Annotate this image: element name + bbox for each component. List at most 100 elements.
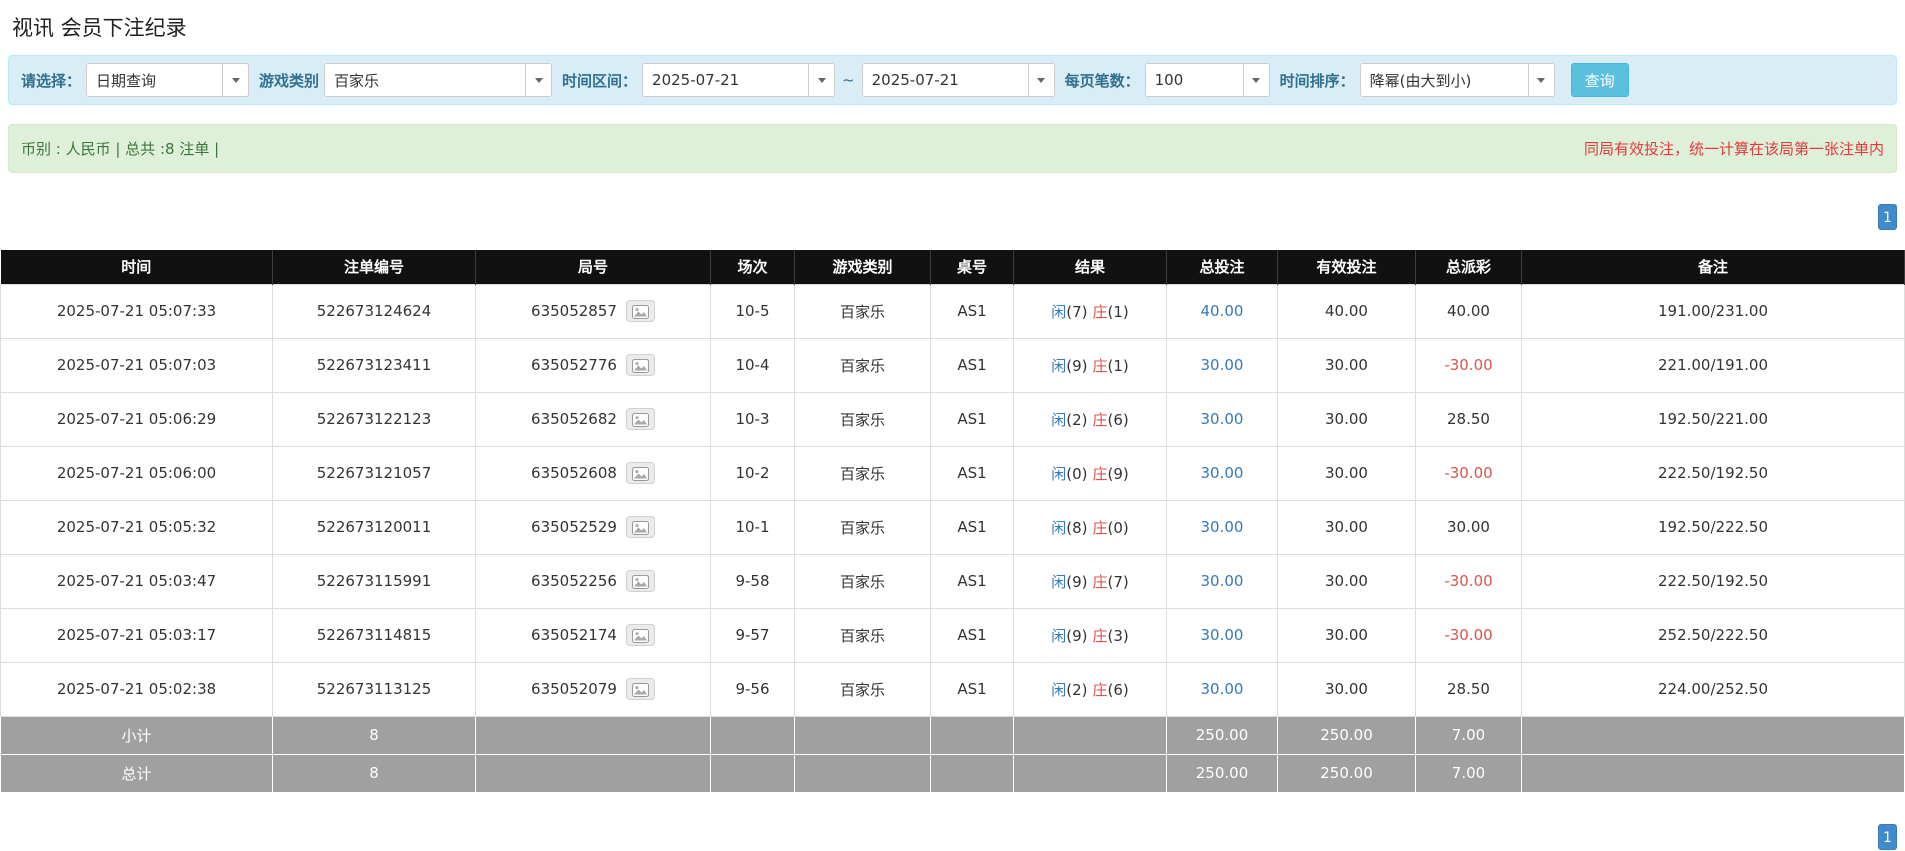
date-to-dropdown[interactable]: 2025-07-21 [861,63,1055,97]
remark-cell: 224.00/252.50 [1521,661,1905,717]
col-header-valid-bet: 有效投注 [1277,250,1416,284]
total-bet-link[interactable]: 30.00 [1201,572,1244,590]
remark-cell: 192.50/221.00 [1521,391,1905,447]
table-no-cell: AS1 [930,337,1014,393]
time-cell: 2025-07-21 05:02:38 [0,661,273,717]
round-id: 635052857 [531,302,617,320]
subtotal-total-bet: 250.00 [1166,715,1278,755]
cards-icon [631,575,649,589]
cards-icon [631,467,649,481]
time-cell: 2025-07-21 05:03:17 [0,607,273,663]
round-result-button[interactable] [625,462,655,484]
page-button-1[interactable]: 1 [1878,204,1897,230]
valid-bet-cell: 30.00 [1277,661,1416,717]
banker-result-score: (6) [1107,410,1129,429]
table-row: 2025-07-21 05:02:38 522673113125 6350520… [0,661,1905,717]
table-no-cell: AS1 [930,499,1014,555]
player-result-label: 闲 [1051,572,1067,591]
footer-empty-cell [710,753,795,793]
cards-icon [631,305,649,319]
session-cell: 10-5 [710,283,795,339]
round-result-button[interactable] [625,624,655,646]
col-header-time: 时间 [0,250,273,284]
banker-result-label: 庄 [1092,356,1108,375]
total-bet-link[interactable]: 30.00 [1201,626,1244,644]
player-result-score: (2) [1066,680,1088,699]
total-bet-cell: 30.00 [1166,607,1278,663]
session-cell: 9-56 [710,661,795,717]
subtotal-count: 8 [272,715,476,755]
valid-bet-cell: 30.00 [1277,607,1416,663]
subtotal-valid-bet: 250.00 [1277,715,1416,755]
total-bet-link[interactable]: 30.00 [1201,356,1244,374]
result-cell: 闲(9) 庄(7) [1013,553,1167,609]
game-type-cell: 百家乐 [794,445,931,501]
payout-cell: 30.00 [1415,499,1522,555]
payout-cell: -30.00 [1415,607,1522,663]
footer-empty-cell [1013,753,1167,793]
payout-value: -30.00 [1444,572,1493,590]
round-id: 635052529 [531,518,617,536]
total-row: 总计 8 250.00 250.00 7.00 [0,753,1905,793]
payout-value: 30.00 [1447,518,1490,536]
round-result-button[interactable] [625,516,655,538]
subtotal-row: 小计 8 250.00 250.00 7.00 [0,715,1905,755]
round-cell: 635052857 [475,283,711,339]
round-result-button[interactable] [625,354,655,376]
subtotal-payout: 7.00 [1415,715,1522,755]
total-bet-cell: 30.00 [1166,445,1278,501]
total-bet-link[interactable]: 30.00 [1201,464,1244,482]
time-sort-dropdown[interactable]: 降幂(由大到小) [1359,63,1555,97]
result-cell: 闲(9) 庄(3) [1013,607,1167,663]
game-type-label: 游戏类别 [259,71,320,90]
payout-value: 40.00 [1447,302,1490,320]
pagination-bottom: 1 [8,823,1897,850]
round-cell: 635052608 [475,445,711,501]
valid-bet-cell: 30.00 [1277,553,1416,609]
round-result-button[interactable] [625,570,655,592]
cards-icon [631,413,649,427]
game-type-cell: 百家乐 [794,553,931,609]
time-cell: 2025-07-21 05:03:47 [0,553,273,609]
total-bet-link[interactable]: 40.00 [1201,302,1244,320]
page-size-label: 每页笔数： [1064,71,1140,90]
time-sort-label: 时间排序： [1279,71,1355,90]
total-bet-link[interactable]: 30.00 [1201,410,1244,428]
player-result-score: (8) [1066,518,1088,537]
round-id: 635052682 [531,410,617,428]
remark-cell: 252.50/222.50 [1521,607,1905,663]
round-cell: 635052529 [475,499,711,555]
remark-cell: 222.50/192.50 [1521,445,1905,501]
bet-id-cell: 522673115991 [272,553,476,609]
game-type-cell: 百家乐 [794,499,931,555]
time-cell: 2025-07-21 05:07:03 [0,337,273,393]
result-cell: 闲(2) 庄(6) [1013,661,1167,717]
search-button[interactable]: 查询 [1570,63,1629,97]
round-id: 635052776 [531,356,617,374]
round-result-button[interactable] [625,300,655,322]
round-cell: 635052682 [475,391,711,447]
date-from-dropdown[interactable]: 2025-07-21 [642,63,836,97]
bet-id-cell: 522673124624 [272,283,476,339]
payout-cell: -30.00 [1415,445,1522,501]
col-header-result: 结果 [1013,250,1167,284]
page-size-dropdown[interactable]: 100 [1144,63,1270,97]
footer-empty-cell [794,753,931,793]
col-header-total-bet: 总投注 [1166,250,1278,284]
total-bet-link[interactable]: 30.00 [1201,680,1244,698]
caret-down-icon [1027,64,1054,96]
footer-empty-cell [1521,715,1905,755]
page-button-1[interactable]: 1 [1878,823,1897,850]
round-result-button[interactable] [625,408,655,430]
table-row: 2025-07-21 05:05:32 522673120011 6350525… [0,499,1905,555]
round-result-button[interactable] [625,678,655,700]
game-type-cell: 百家乐 [794,283,931,339]
game-type-dropdown[interactable]: 百家乐 [324,63,553,97]
player-result-score: (9) [1066,356,1088,375]
select-type-dropdown[interactable]: 日期查询 [86,63,250,97]
total-bet-link[interactable]: 30.00 [1201,518,1244,536]
table-row: 2025-07-21 05:07:33 522673124624 6350528… [0,283,1905,339]
game-type-cell: 百家乐 [794,607,931,663]
round-cell: 635052256 [475,553,711,609]
valid-bet-cell: 30.00 [1277,337,1416,393]
